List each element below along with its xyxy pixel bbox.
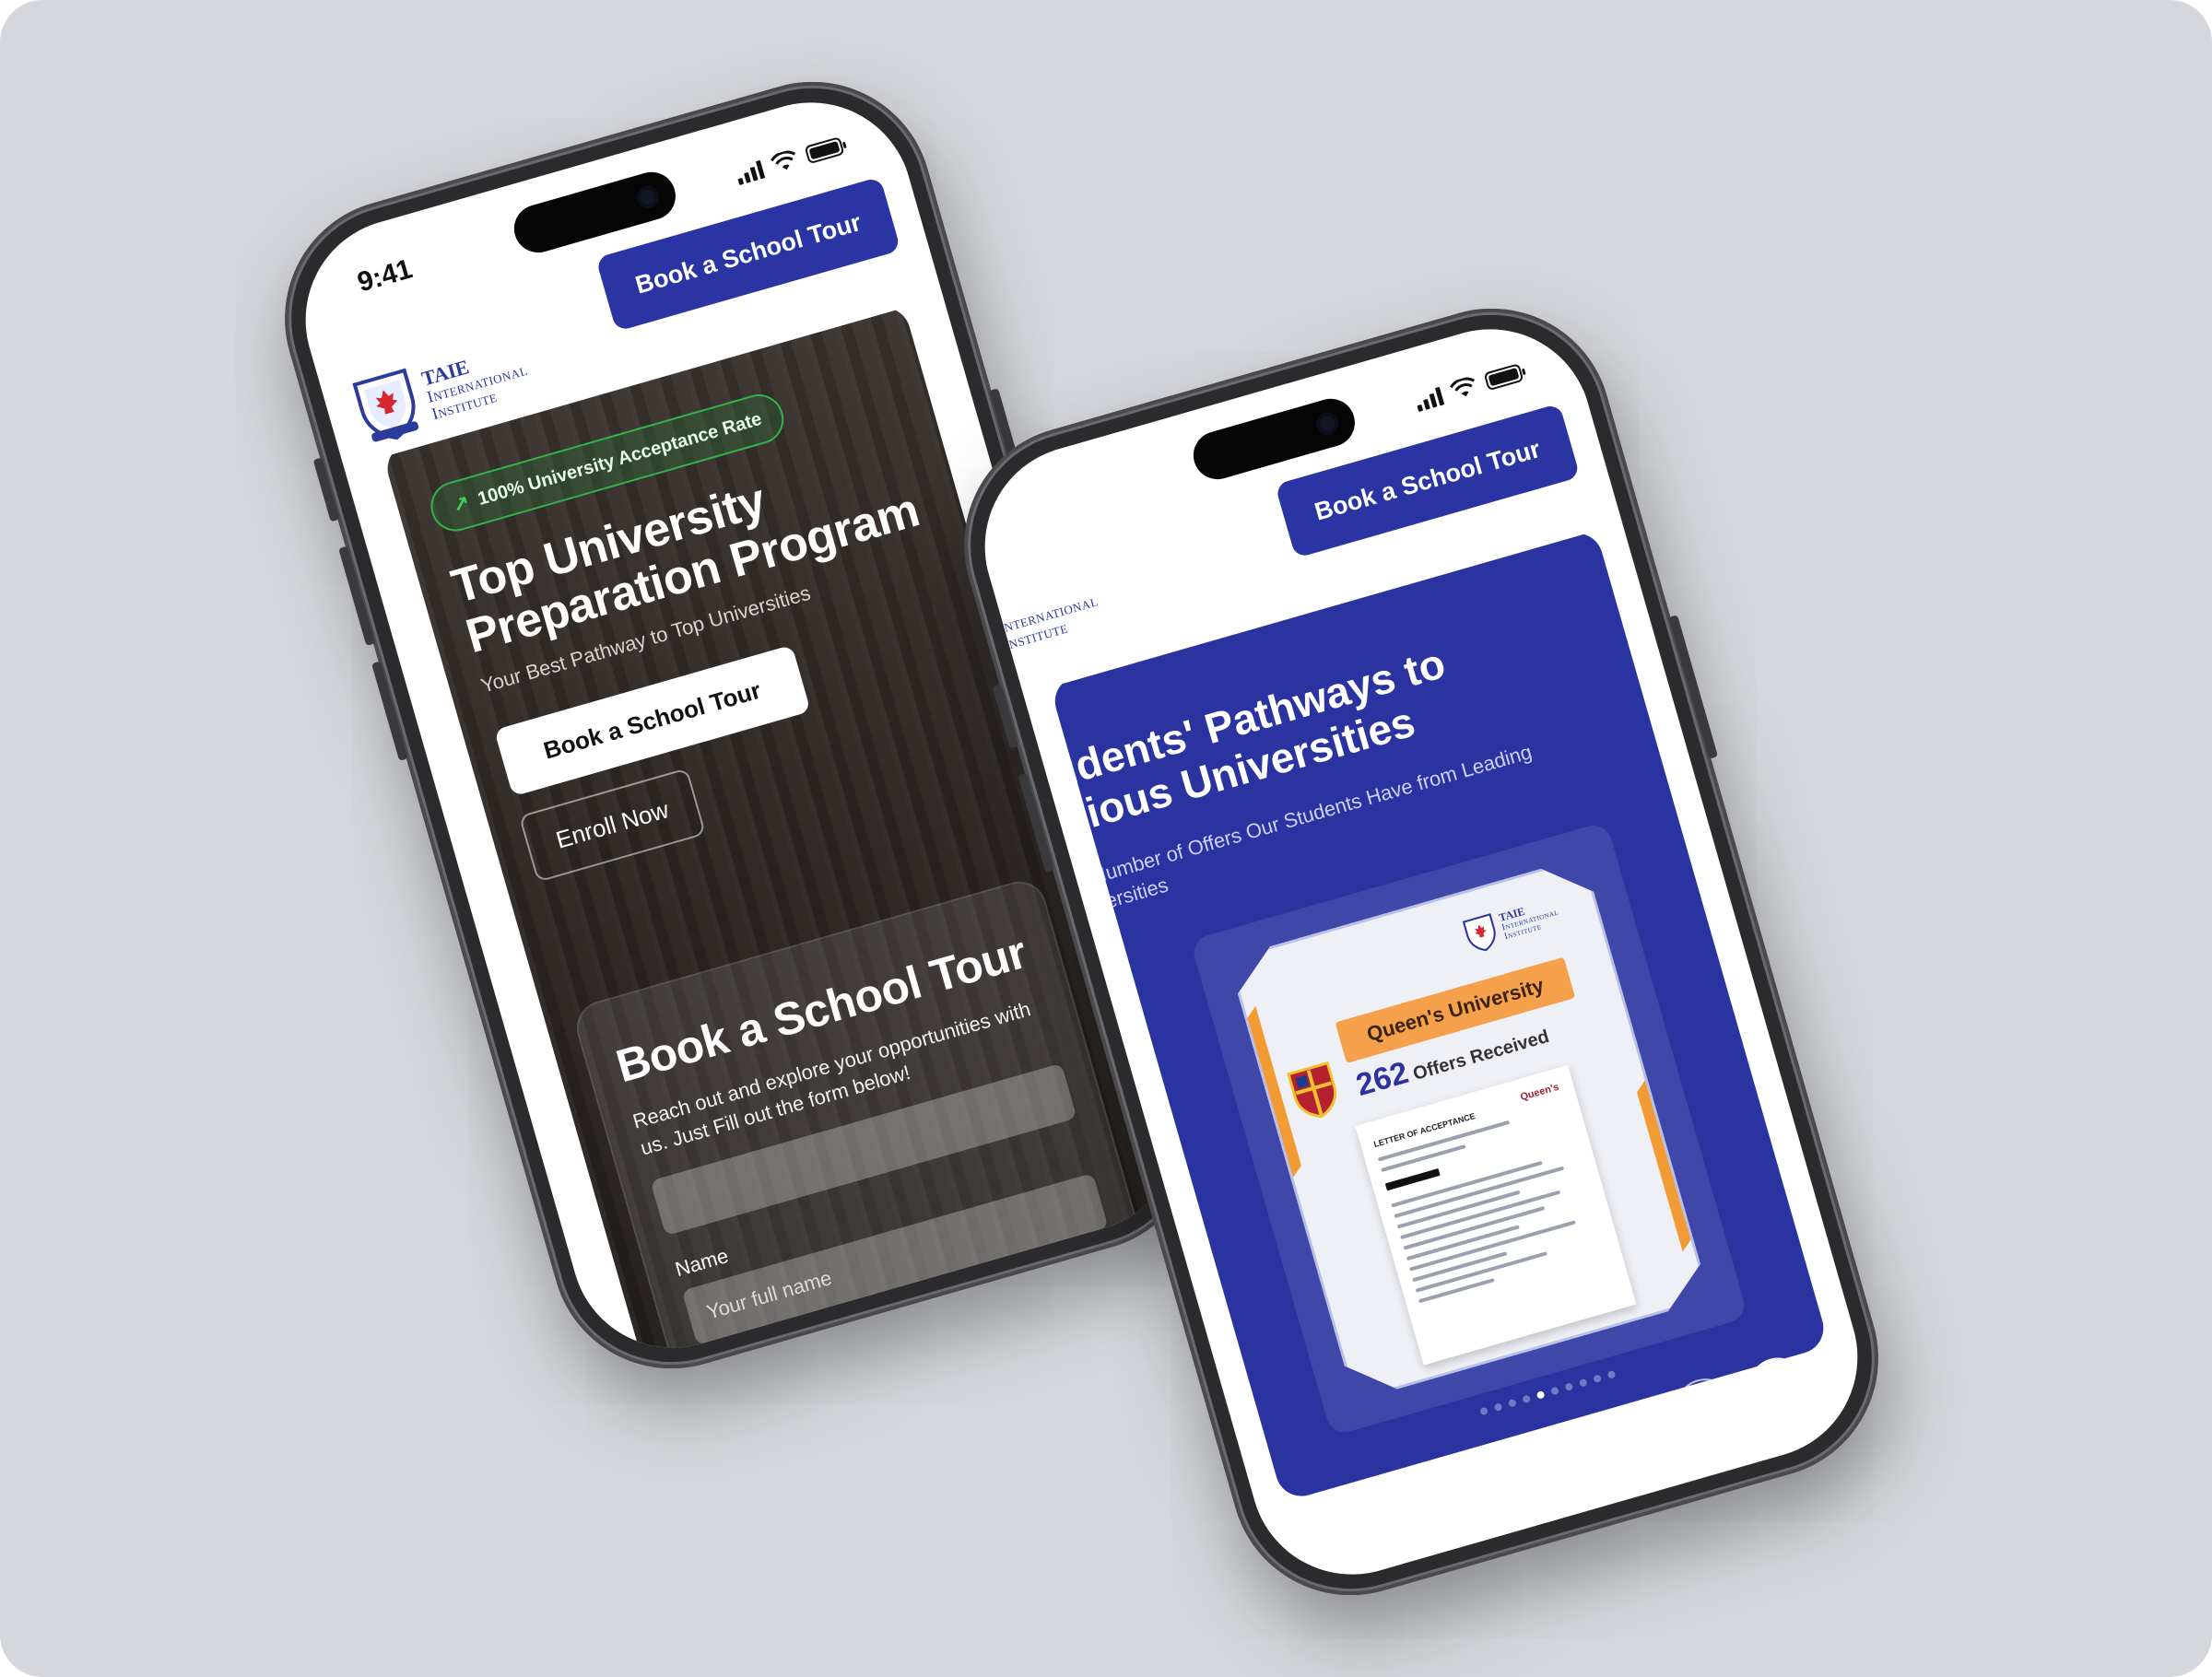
carousel-dot[interactable] [1522, 1394, 1532, 1404]
carousel-dot[interactable] [1606, 1369, 1617, 1379]
offer-certificate: TAIE International Institute Queen's Uni… [1228, 856, 1711, 1401]
carousel-controls: ← → [1668, 1350, 1815, 1445]
offers-count: 262 [1352, 1054, 1413, 1104]
phone-side-button [338, 545, 376, 646]
carousel-dot[interactable] [1593, 1374, 1603, 1384]
crest-icon [1460, 910, 1502, 956]
phone-screen: nternational nstitute Book a School Tour… [960, 305, 1882, 1599]
taie-logo[interactable]: nternational nstitute [1001, 591, 1105, 652]
pathways-section: tudents' Pathways to igious Universities… [1049, 527, 1830, 1503]
battery-icon [804, 136, 845, 165]
battery-icon [1483, 363, 1524, 392]
carousel-dot[interactable] [1507, 1398, 1517, 1408]
divider [1363, 1454, 1805, 1503]
crest-icon [352, 368, 419, 442]
arrow-right-icon[interactable]: → [1741, 1350, 1815, 1425]
carousel-dot[interactable] [1493, 1402, 1503, 1413]
camera-icon [634, 183, 662, 211]
phone-side-button [371, 661, 408, 761]
university-crest-icon [1287, 1061, 1344, 1124]
phone-side-button [312, 457, 340, 522]
signal-icon [1413, 385, 1445, 413]
wifi-icon [771, 150, 796, 170]
carousel-dot[interactable] [1550, 1386, 1559, 1396]
acceptance-letter-image: Queen's LETTER OF ACCEPTANCE [1355, 1065, 1636, 1366]
phone-mockup-right: nternational nstitute Book a School Tour… [935, 280, 1907, 1624]
camera-icon [1313, 410, 1341, 438]
offer-carousel-card[interactable]: TAIE International Institute Queen's Uni… [1189, 821, 1749, 1437]
canvas-background: 9:41 TAIE International Institute Book a… [0, 0, 2212, 1677]
carousel-dot[interactable] [1578, 1378, 1588, 1388]
status-time: 9:41 [354, 253, 417, 299]
arrow-left-icon[interactable]: ← [1668, 1371, 1743, 1445]
book-tour-form: Book a School Tour Reach out and explore… [570, 874, 1142, 1372]
carousel-dot[interactable] [1564, 1382, 1574, 1392]
carousel-dot[interactable] [1479, 1406, 1489, 1416]
trending-up-icon: ↗ [450, 490, 473, 518]
certificate-logo: TAIE International Institute [1460, 893, 1564, 956]
signal-icon [734, 158, 766, 186]
wifi-icon [1450, 377, 1476, 397]
carousel-dot[interactable] [1535, 1390, 1546, 1400]
